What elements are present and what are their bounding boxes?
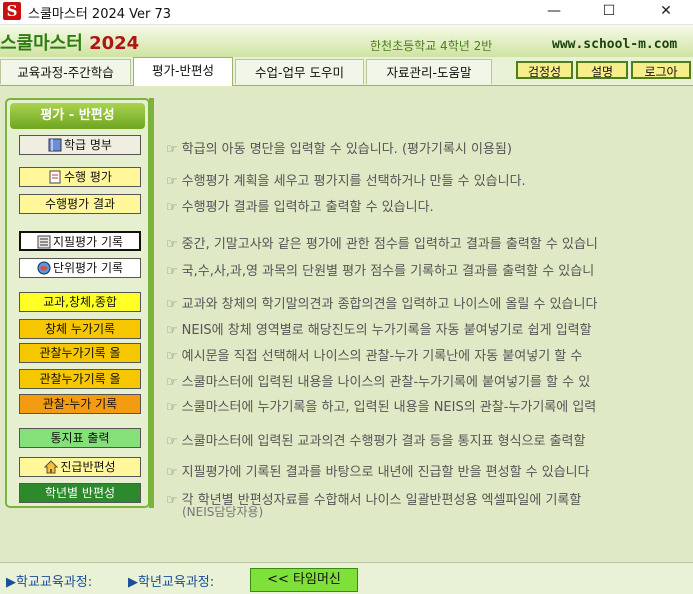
- description-line: ☞ 스쿨마스터에 입력된 내용을 나이스의 관찰-누가기록에 붙여넣기를 할 수 …: [166, 375, 591, 390]
- bottom-bar: ▶학교교육과정: ▶학년교육과정: << 타임머신: [0, 562, 693, 594]
- header-banner: 스쿨마스터 2024 한천초등학교 4학년 2반 www.school-m.co…: [0, 25, 693, 57]
- grade-curriculum-link[interactable]: ▶학년교육과정:: [128, 571, 214, 590]
- pointing-hand-icon: ☞: [166, 174, 178, 189]
- pointing-hand-icon: ☞: [166, 465, 178, 480]
- window-title: 스쿨마스터 2024 Ver 73: [28, 7, 172, 22]
- sidebar-item-label: 통지표 출력: [50, 431, 110, 445]
- time-machine-button[interactable]: << 타임머신: [250, 568, 358, 592]
- sidebar-panel: 평가 - 반편성 학급 명부 수행 평가 수행평가 결과 지필평가 기록 단위평…: [5, 98, 150, 508]
- sidebar-divider: [149, 98, 154, 508]
- sidebar-item-grade-class[interactable]: 학년별 반편성: [19, 483, 141, 503]
- sidebar-item-unit-test[interactable]: 단위평가 기록: [19, 258, 141, 278]
- pointing-hand-icon: ☞: [166, 142, 178, 157]
- pointing-hand-icon: ☞: [166, 323, 178, 338]
- sidebar-item-promotion-class[interactable]: 진급반편성: [19, 457, 141, 477]
- sidebar-item-performance-result[interactable]: 수행평가 결과: [19, 194, 141, 214]
- pointing-hand-icon: ☞: [166, 200, 178, 215]
- description-line: ☞ 교과와 창체의 학기말의견과 종합의견을 입력하고 나이스에 올릴 수 있습니…: [166, 297, 598, 312]
- check-button[interactable]: 검정성: [516, 61, 573, 79]
- sidebar-item-label: 수행평가 결과: [44, 197, 116, 211]
- sidebar-item-label: 진급반편성: [60, 460, 116, 474]
- title-bar: S 스쿨마스터 2024 Ver 73 — ☐ ✕: [0, 0, 693, 25]
- globe-icon: [37, 261, 51, 275]
- sidebar-item-label: 지필평가 기록: [52, 235, 124, 249]
- description-line: ☞ 중간, 기말고사와 같은 평가에 관한 점수를 입력하고 결과를 출력할 수 …: [166, 237, 598, 252]
- description-line: ☞ 스쿨마스터에 입력된 교과의견 수행평가 결과 등을 통지표 형식으로 출력할: [166, 434, 586, 449]
- close-button[interactable]: ✕: [643, 0, 689, 24]
- description-note: (NEIS담당자용): [182, 505, 264, 519]
- school-info: 한천초등학교 4학년 2반: [370, 39, 493, 53]
- description-line: ☞ 스쿨마스터에 누가기록을 하고, 입력된 내용을 NEIS의 관찰-누가기록에…: [166, 400, 597, 415]
- sidebar-item-label: 학급 명부: [64, 138, 112, 152]
- description-line: ☞ 수행평가 계획을 세우고 평가지를 선택하거나 만들 수 있습니다.: [166, 174, 526, 189]
- sidebar-item-label: 교과,창체,종합: [43, 295, 117, 309]
- sidebar-item-label: 단위평가 기록: [52, 261, 124, 275]
- sidebar-item-label: 관찰누가기록 올: [39, 372, 121, 386]
- pointing-hand-icon: ☞: [166, 434, 178, 449]
- description-line: ☞ 학급의 아동 명단을 입력할 수 있습니다. (평가기록시 이용됨): [166, 142, 512, 157]
- pointing-hand-icon: ☞: [166, 375, 178, 390]
- sidebar-item-label: 관찰누가기록 올: [39, 346, 121, 360]
- website-url: www.school-m.com: [552, 37, 678, 52]
- sidebar-item-label: 관찰-누가 기록: [42, 397, 118, 411]
- tab-class-helper[interactable]: 수업-업무 도우미: [235, 59, 364, 84]
- pointing-hand-icon: ☞: [166, 493, 178, 508]
- list-icon: [37, 235, 51, 249]
- sidebar-item-class-roster[interactable]: 학급 명부: [19, 135, 141, 155]
- pointing-hand-icon: ☞: [166, 264, 178, 279]
- document-icon: [48, 170, 62, 184]
- sidebar-item-label: 학년별 반편성: [44, 486, 116, 500]
- house-icon: [44, 460, 59, 474]
- sidebar-item-report-card[interactable]: 통지표 출력: [19, 428, 141, 448]
- sidebar-item-observation-upload-1[interactable]: 관찰누가기록 올: [19, 343, 141, 363]
- sidebar-item-label: 창체 누가기록: [44, 322, 116, 336]
- sidebar-item-subject-activity[interactable]: 교과,창체,종합: [19, 292, 141, 312]
- pointing-hand-icon: ☞: [166, 349, 178, 364]
- sidebar-item-label: 수행 평가: [64, 170, 112, 184]
- minimize-button[interactable]: —: [531, 0, 577, 24]
- description-line: ☞ 예시문을 직접 선택해서 나이스의 관찰-누가 기록난에 자동 붙여넣기 할 …: [166, 349, 583, 364]
- description-line: ☞ 국,수,사,과,영 과목의 단원별 평가 점수를 기록하고 결과를 출력할 수…: [166, 264, 595, 279]
- brand-logo: 스쿨마스터 2024: [0, 29, 139, 55]
- pointing-hand-icon: ☞: [166, 297, 178, 312]
- tab-evaluation[interactable]: 평가-반편성: [133, 57, 233, 86]
- school-curriculum-link[interactable]: ▶학교교육과정:: [6, 571, 92, 590]
- app-logo-icon: S: [3, 2, 21, 20]
- book-icon: [48, 138, 62, 152]
- description-line: ☞ 지필평가에 기록된 결과를 바탕으로 내년에 진급할 반을 편성할 수 있습니…: [166, 465, 590, 480]
- pointing-hand-icon: ☞: [166, 400, 178, 415]
- sidebar-item-performance-eval[interactable]: 수행 평가: [19, 167, 141, 187]
- sidebar-item-observation-upload-2[interactable]: 관찰누가기록 올: [19, 369, 141, 389]
- sidebar-title: 평가 - 반편성: [10, 103, 145, 129]
- description-line: ☞ 수행평가 결과를 입력하고 출력할 수 있습니다.: [166, 200, 434, 215]
- sidebar-item-observation-record[interactable]: 관찰-누가 기록: [19, 394, 141, 414]
- tab-curriculum[interactable]: 교육과정-주간학습: [0, 59, 131, 84]
- description-line: ☞ NEIS에 창체 영역별로 해당진도의 누가기록을 자동 붙여넣기로 쉽게 입…: [166, 323, 592, 338]
- help-button[interactable]: 설명: [576, 61, 628, 79]
- brand-name: 스쿨마스터: [0, 33, 83, 54]
- maximize-button[interactable]: ☐: [586, 0, 632, 24]
- tab-data-help[interactable]: 자료관리-도움말: [366, 59, 492, 84]
- sidebar-item-activity-record[interactable]: 창체 누가기록: [19, 319, 141, 339]
- logout-button[interactable]: 로그아: [631, 61, 691, 79]
- sidebar-item-written-test[interactable]: 지필평가 기록: [19, 231, 141, 251]
- pointing-hand-icon: ☞: [166, 237, 178, 252]
- brand-year: 2024: [89, 33, 140, 54]
